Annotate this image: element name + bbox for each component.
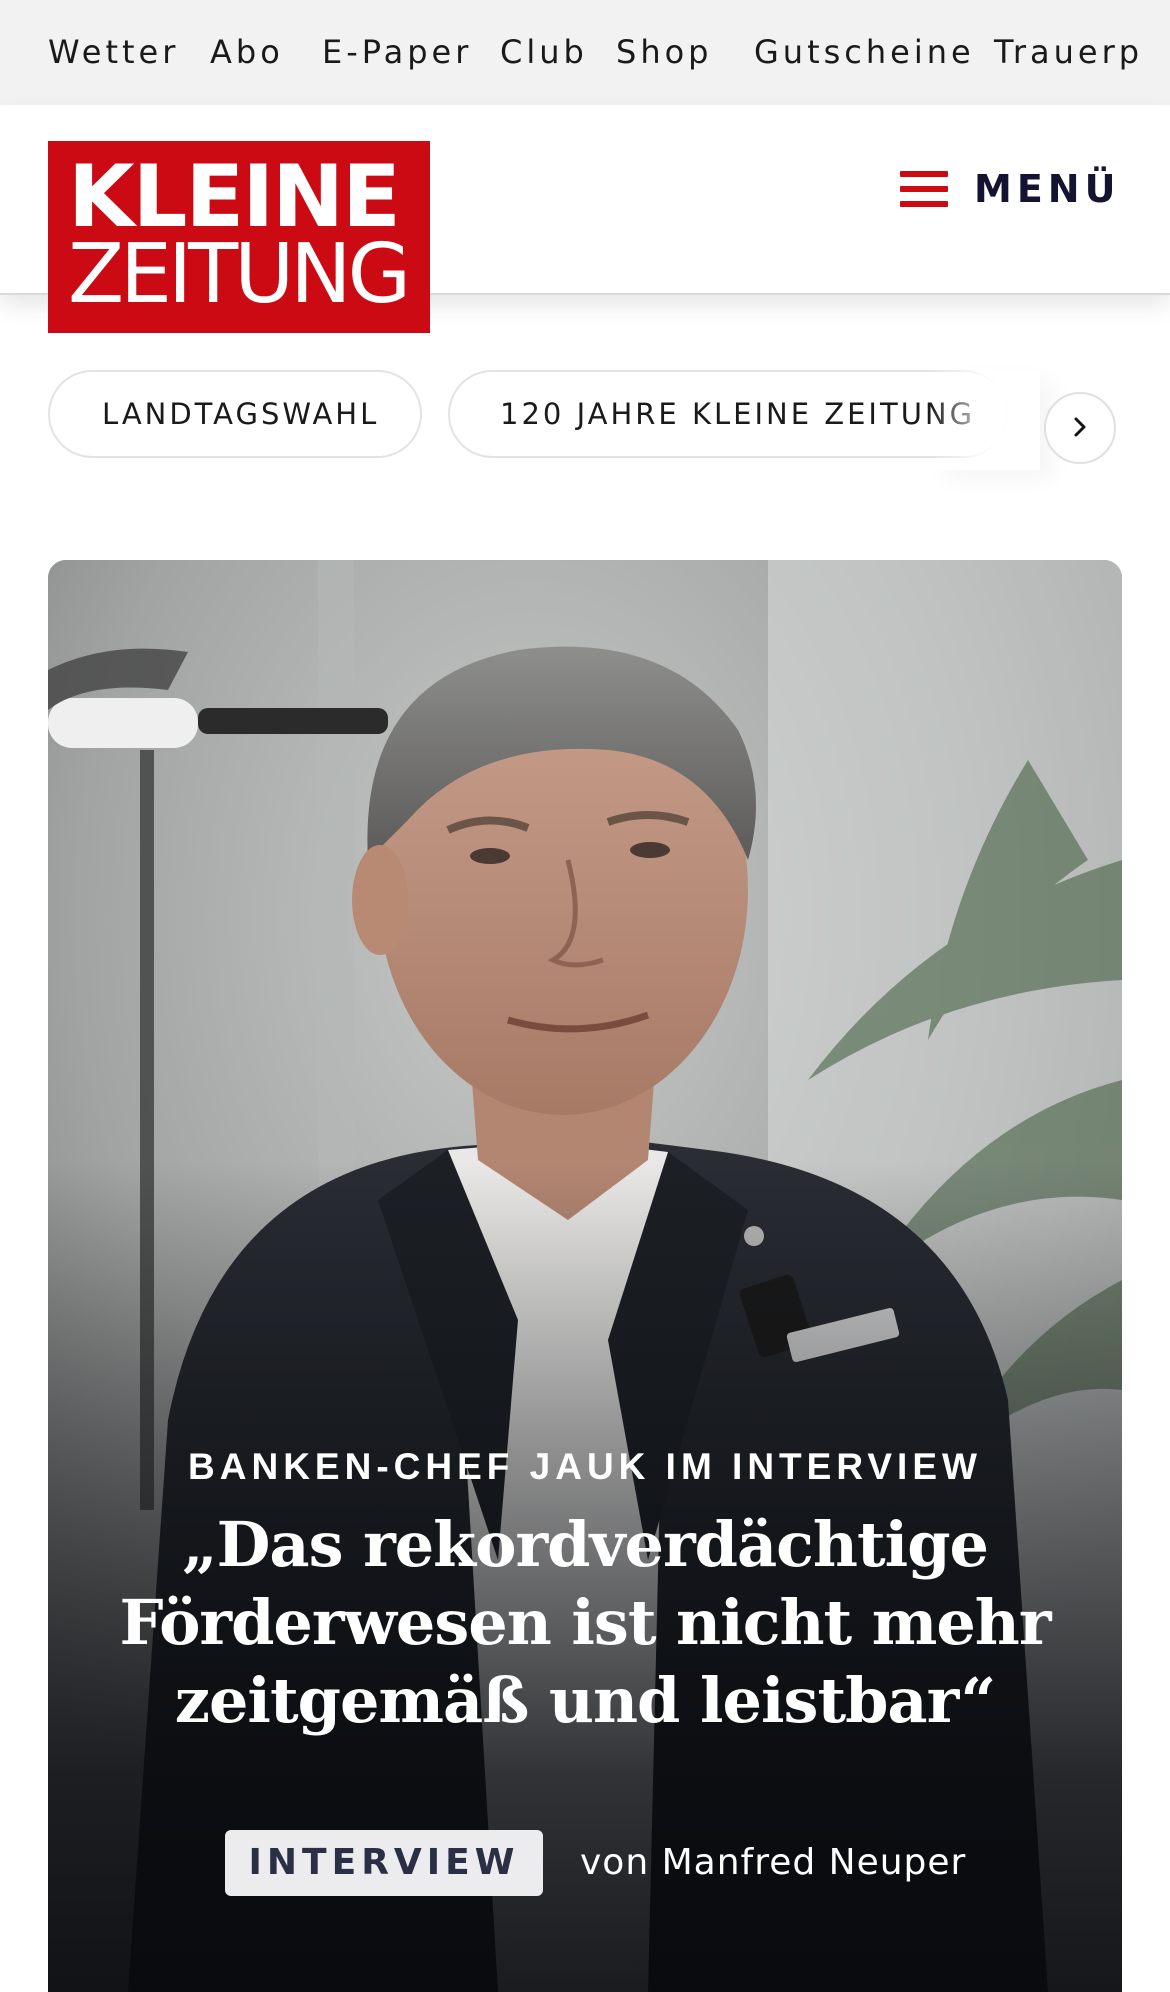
chip-120-jahre[interactable]: 120 JAHRE KLEINE ZEITUNG xyxy=(448,370,1008,458)
kleine-zeitung-logo[interactable]: KLEINE ZEITUNG xyxy=(48,141,430,333)
chips-next-button[interactable] xyxy=(1044,392,1116,464)
nav-link-wetter[interactable]: Wetter xyxy=(48,30,179,74)
hero-headline[interactable]: „Das rekordverdächtige Förderwesen ist n… xyxy=(88,1506,1082,1740)
menu-label: MENÜ xyxy=(974,167,1121,211)
site-header: KLEINE ZEITUNG MENÜ xyxy=(0,105,1170,333)
chevron-right-icon xyxy=(1074,417,1086,437)
topic-chips: LANDTAGSWAHL 120 JAHRE KLEINE ZEITUNG xyxy=(0,370,1170,470)
chip-scroll-fade xyxy=(930,370,1040,470)
logo-line-2: ZEITUNG xyxy=(68,227,411,322)
hero-meta: INTERVIEW von Manfred Neuper xyxy=(48,1830,1122,1896)
nav-link-epaper[interactable]: E-Paper xyxy=(322,30,472,74)
nav-link-abo[interactable]: Abo xyxy=(210,30,284,74)
menu-button[interactable]: MENÜ xyxy=(898,155,1115,225)
nav-link-gutscheine[interactable]: Gutscheine xyxy=(754,30,975,74)
top-utility-nav: Wetter Abo E-Paper Club Shop Gutscheine … xyxy=(0,0,1170,105)
interview-badge: INTERVIEW xyxy=(225,1830,543,1896)
hero-overlay xyxy=(48,560,1122,1992)
nav-link-shop[interactable]: Shop xyxy=(616,30,712,74)
hero-kicker: BANKEN-CHEF JAUK IM INTERVIEW xyxy=(188,1446,982,1487)
hero-article-card[interactable]: BANKEN-CHEF JAUK IM INTERVIEW „Das rekor… xyxy=(48,560,1122,1992)
nav-link-trauerportal[interactable]: Trauerp xyxy=(994,30,1143,74)
author-byline: von Manfred Neuper xyxy=(580,1842,967,1883)
hamburger-icon xyxy=(900,171,948,207)
nav-link-club[interactable]: Club xyxy=(500,30,588,74)
chip-landtagswahl[interactable]: LANDTAGSWAHL xyxy=(48,370,422,458)
